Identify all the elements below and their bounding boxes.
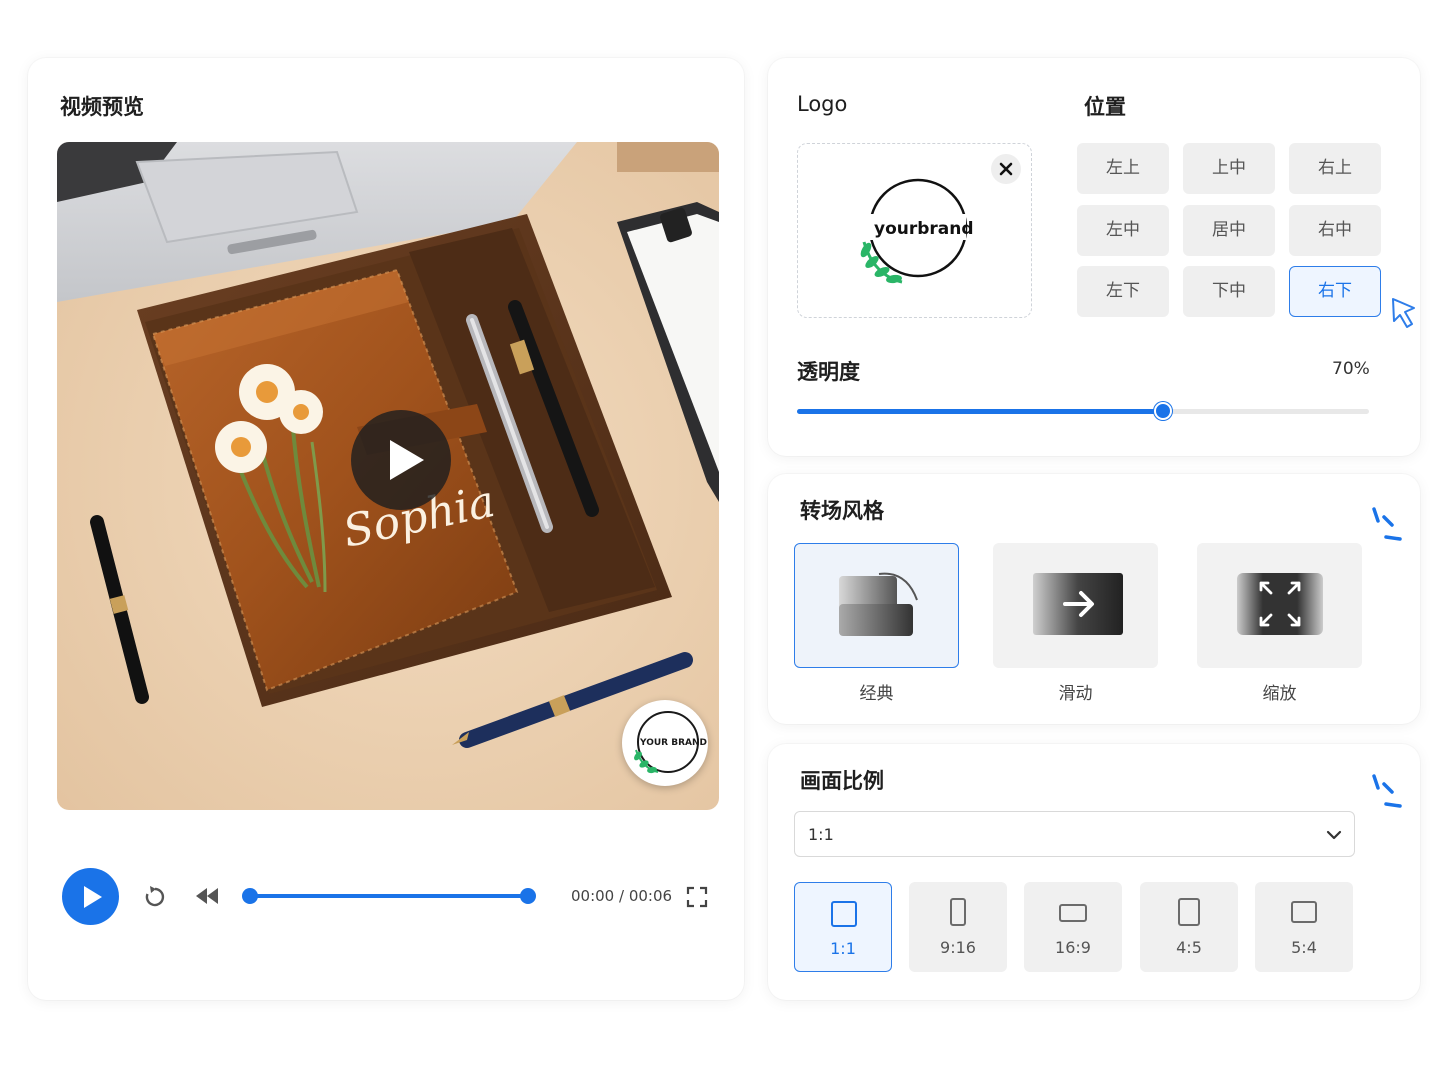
classic-transition-icon [839, 572, 918, 636]
ratio-option-16-9[interactable]: 16:9 [1024, 882, 1122, 972]
opacity-slider-handle[interactable] [1154, 402, 1173, 420]
transition-classic-tile[interactable] [794, 543, 959, 668]
ratio-option-label: 9:16 [940, 938, 976, 957]
opacity-title: 透明度 [797, 360, 860, 384]
fullscreen-icon[interactable] [686, 886, 708, 908]
position-bottom-right[interactable]: 右下 [1289, 266, 1381, 317]
ratio-option-label: 4:5 [1176, 938, 1202, 957]
remove-logo-button[interactable] [991, 154, 1021, 184]
seek-end-handle[interactable] [520, 888, 536, 904]
ratio-option-label: 16:9 [1055, 938, 1091, 957]
opacity-slider[interactable] [797, 402, 1369, 420]
portrait-ratio-icon [950, 898, 966, 926]
transition-classic-label: 经典 [859, 684, 894, 704]
landscape-5-4-ratio-icon [1291, 901, 1317, 923]
opacity-slider-fill [797, 409, 1164, 414]
sparkle-decoration-icon [1372, 774, 1402, 808]
portrait-4-5-ratio-icon [1178, 898, 1200, 926]
seek-start-handle[interactable] [242, 888, 258, 904]
transition-zoom-tile[interactable] [1197, 543, 1362, 668]
square-ratio-icon [831, 901, 857, 927]
logo-title: Logo [797, 92, 848, 116]
transition-slide-tile[interactable] [993, 543, 1158, 668]
position-bottom-center[interactable]: 下中 [1183, 266, 1275, 317]
ratio-title: 画面比例 [800, 769, 884, 793]
video-frame[interactable]: Sophia YOUR BRAND [57, 142, 719, 810]
ratio-option-5-4[interactable]: 5:4 [1255, 882, 1353, 972]
cursor-pointer-icon [1392, 298, 1415, 328]
position-top-right[interactable]: 右上 [1289, 143, 1381, 194]
zoom-expand-icon [1237, 573, 1323, 635]
chevron-down-icon [1326, 830, 1342, 840]
video-preview-panel: 视频预览 Sophia YOUR BRAND 00:00 / 00:06 [28, 58, 744, 1000]
landscape-ratio-icon [1059, 904, 1087, 922]
seek-bar[interactable] [242, 888, 536, 904]
position-bottom-left[interactable]: 左下 [1077, 266, 1169, 317]
ratio-option-label: 5:4 [1291, 938, 1317, 957]
position-center[interactable]: 居中 [1183, 205, 1275, 256]
rewind-icon[interactable] [194, 886, 220, 906]
ratio-option-1-1[interactable]: 1:1 [794, 882, 892, 972]
ratio-option-label: 1:1 [830, 939, 856, 958]
position-middle-left[interactable]: 左中 [1077, 205, 1169, 256]
position-top-left[interactable]: 左上 [1077, 143, 1169, 194]
position-middle-right[interactable]: 右中 [1289, 205, 1381, 256]
slide-arrow-icon [1033, 573, 1123, 635]
aspect-ratio-panel: 画面比例 1:1 1:1 9:16 16:9 4:5 5:4 [768, 744, 1420, 1000]
replay-icon[interactable] [142, 884, 168, 910]
position-title: 位置 [1084, 95, 1126, 119]
logo-watermark: YOUR BRAND [622, 700, 708, 786]
brand-logo-image: yourbrand [860, 178, 974, 284]
ratio-select-value: 1:1 [808, 825, 834, 844]
transition-slide-label: 滑动 [1058, 684, 1093, 704]
ratio-option-4-5[interactable]: 4:5 [1140, 882, 1238, 972]
transition-title: 转场风格 [800, 499, 884, 523]
preview-title: 视频预览 [60, 95, 144, 119]
logo-settings-panel: Logo 位置 yourbrand 左上 上中 右上 左中 居中 右中 左下 下… [768, 58, 1420, 456]
sparkle-decoration-icon [1372, 507, 1402, 541]
logo-upload-box[interactable]: yourbrand [797, 143, 1032, 318]
watermark-text: YOUR BRAND [639, 738, 707, 748]
video-play-overlay-button[interactable] [351, 410, 451, 510]
close-icon [999, 162, 1013, 176]
brand-logo-text: yourbrand [874, 219, 974, 239]
transition-style-panel: 转场风格 经典 滑动 缩放 [768, 474, 1420, 724]
opacity-value: 70% [1332, 359, 1370, 379]
transition-zoom-label: 缩放 [1262, 684, 1297, 704]
position-top-center[interactable]: 上中 [1183, 143, 1275, 194]
play-button[interactable] [62, 868, 119, 925]
ratio-select[interactable]: 1:1 [794, 811, 1355, 857]
playback-time: 00:00 / 00:06 [571, 887, 673, 905]
ratio-option-9-16[interactable]: 9:16 [909, 882, 1007, 972]
